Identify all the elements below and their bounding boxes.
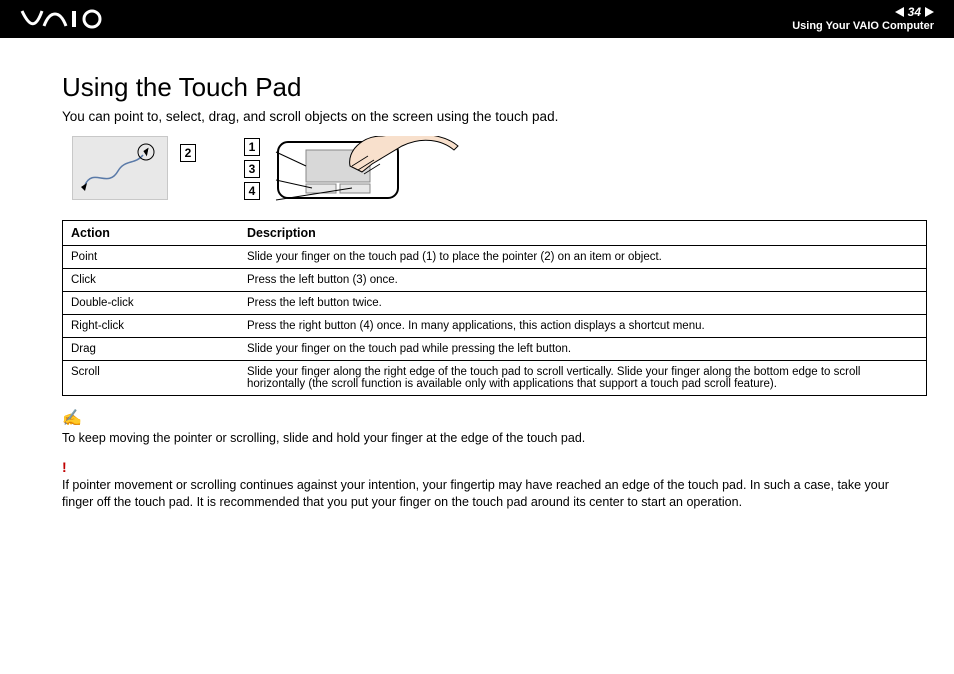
prev-page-icon[interactable] [895,7,904,17]
header-right: 34 Using Your VAIO Computer [792,5,934,33]
intro-text: You can point to, select, drag, and scro… [62,109,922,124]
table-row: ClickPress the left button (3) once. [63,269,927,292]
table-row: Right-clickPress the right button (4) on… [63,315,927,338]
callout-2: 2 [180,144,196,162]
table-row: DragSlide your finger on the touch pad w… [63,338,927,361]
note-icon: ✍ [62,408,82,430]
page-title: Using the Touch Pad [62,72,922,103]
table-row: ScrollSlide your finger along the right … [63,361,927,396]
col-action: Action [63,221,240,246]
table-row: PointSlide your finger on the touch pad … [63,246,927,269]
vaio-logo [20,8,110,30]
actions-table: Action Description PointSlide your finge… [62,220,927,396]
header-bar: 34 Using Your VAIO Computer [0,0,954,38]
warning-text: If pointer movement or scrolling continu… [62,478,889,509]
next-page-icon[interactable] [925,7,934,17]
col-description: Description [239,221,927,246]
warning-icon: ! [62,459,67,475]
page-nav: 34 [792,5,934,19]
callout-column: 1 3 4 [244,138,260,200]
page-content: Using the Touch Pad You can point to, se… [0,38,954,511]
note-block: ✍ To keep moving the pointer or scrollin… [62,408,922,446]
callout-4: 4 [244,182,260,200]
table-row: Double-clickPress the left button twice. [63,292,927,315]
table-header-row: Action Description [63,221,927,246]
callout-3: 3 [244,160,260,178]
touchpad-illustration [272,136,462,210]
section-title: Using Your VAIO Computer [792,20,934,33]
screen-illustration [72,136,168,200]
callout-1: 1 [244,138,260,156]
illustration-row: 2 1 3 4 [72,136,922,210]
page-number: 34 [908,5,921,19]
warning-block: ! If pointer movement or scrolling conti… [62,458,922,511]
note-text: To keep moving the pointer or scrolling,… [62,431,585,445]
